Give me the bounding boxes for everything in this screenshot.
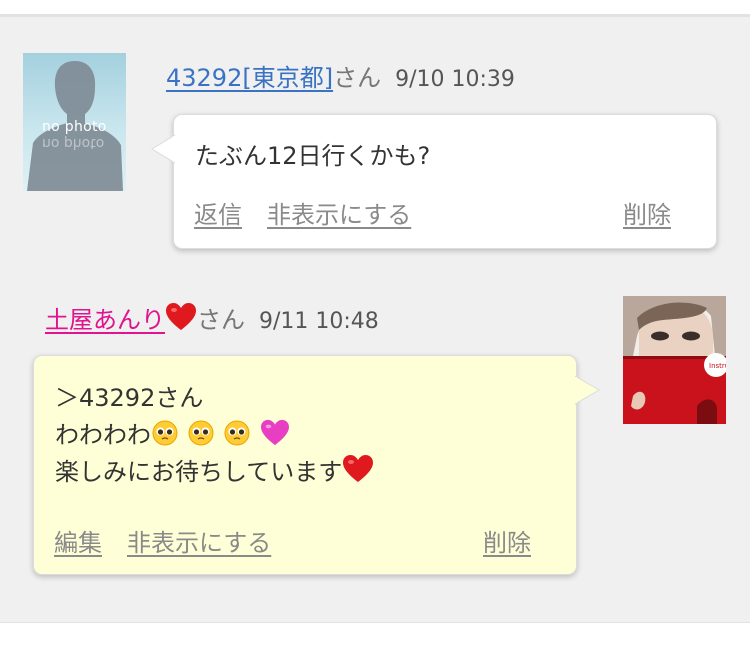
- user-name: 土屋あんり: [45, 306, 165, 334]
- avatar-no-photo[interactable]: no photo no photo: [23, 53, 126, 191]
- edit-link[interactable]: 編集: [54, 523, 102, 558]
- no-photo-reflection: no photo: [42, 135, 105, 151]
- hide-link[interactable]: 非表示にする: [127, 523, 271, 558]
- red-heart-icon: [166, 303, 196, 330]
- comment-bubble-2: ＞43292さん わわわわ 楽しみにお待ちしています 編集 非表示にする 削除: [33, 355, 600, 575]
- pink-heart-icon: [261, 419, 289, 446]
- user-link-anri[interactable]: 土屋あんり: [45, 303, 197, 334]
- pleading-face-icon: [188, 420, 214, 446]
- timestamp: 9/10 10:39: [395, 67, 515, 92]
- timestamp: 9/11 10:48: [259, 309, 379, 334]
- book-cover-text: Instruct: [709, 362, 726, 370]
- honorific: さん: [197, 306, 245, 334]
- pleading-face-icon: [152, 420, 178, 446]
- message-line-1: ＞43292さん: [55, 384, 204, 412]
- honorific: さん: [333, 64, 382, 92]
- red-heart-icon: [343, 455, 374, 482]
- profile-photo: Instruct: [623, 296, 726, 424]
- pleading-face-icon: [224, 420, 250, 446]
- bubble-tail: [151, 134, 175, 164]
- reply-link[interactable]: 返信: [194, 195, 242, 230]
- comment-bubble-1: たぶん12日行くかも? 返信 非表示にする 削除: [151, 114, 717, 249]
- hide-link[interactable]: 非表示にする: [267, 195, 411, 230]
- avatar-user-photo[interactable]: Instruct: [623, 296, 726, 424]
- message-line-2: わわわわ: [55, 417, 291, 454]
- top-divider: [0, 14, 750, 17]
- no-photo-label: no photo: [42, 119, 107, 135]
- top-strip: [0, 0, 750, 14]
- message-text: わわわわ: [55, 421, 151, 449]
- message-line-3: 楽しみにお待ちしています: [55, 454, 374, 491]
- comment-message: たぶん12日行くかも?: [195, 142, 431, 170]
- delete-link[interactable]: 削除: [483, 523, 531, 558]
- comment-meta-1: 43292[東京都]さん 9/10 10:39: [166, 58, 515, 93]
- bottom-strip: [0, 622, 750, 646]
- bubble-tail: [575, 375, 600, 405]
- comment-meta-2: 土屋あんり さん 9/11 10:48: [45, 300, 379, 335]
- message-text: 楽しみにお待ちしています: [55, 458, 343, 486]
- user-link-43292[interactable]: 43292[東京都]: [166, 64, 333, 92]
- delete-link[interactable]: 削除: [623, 195, 671, 230]
